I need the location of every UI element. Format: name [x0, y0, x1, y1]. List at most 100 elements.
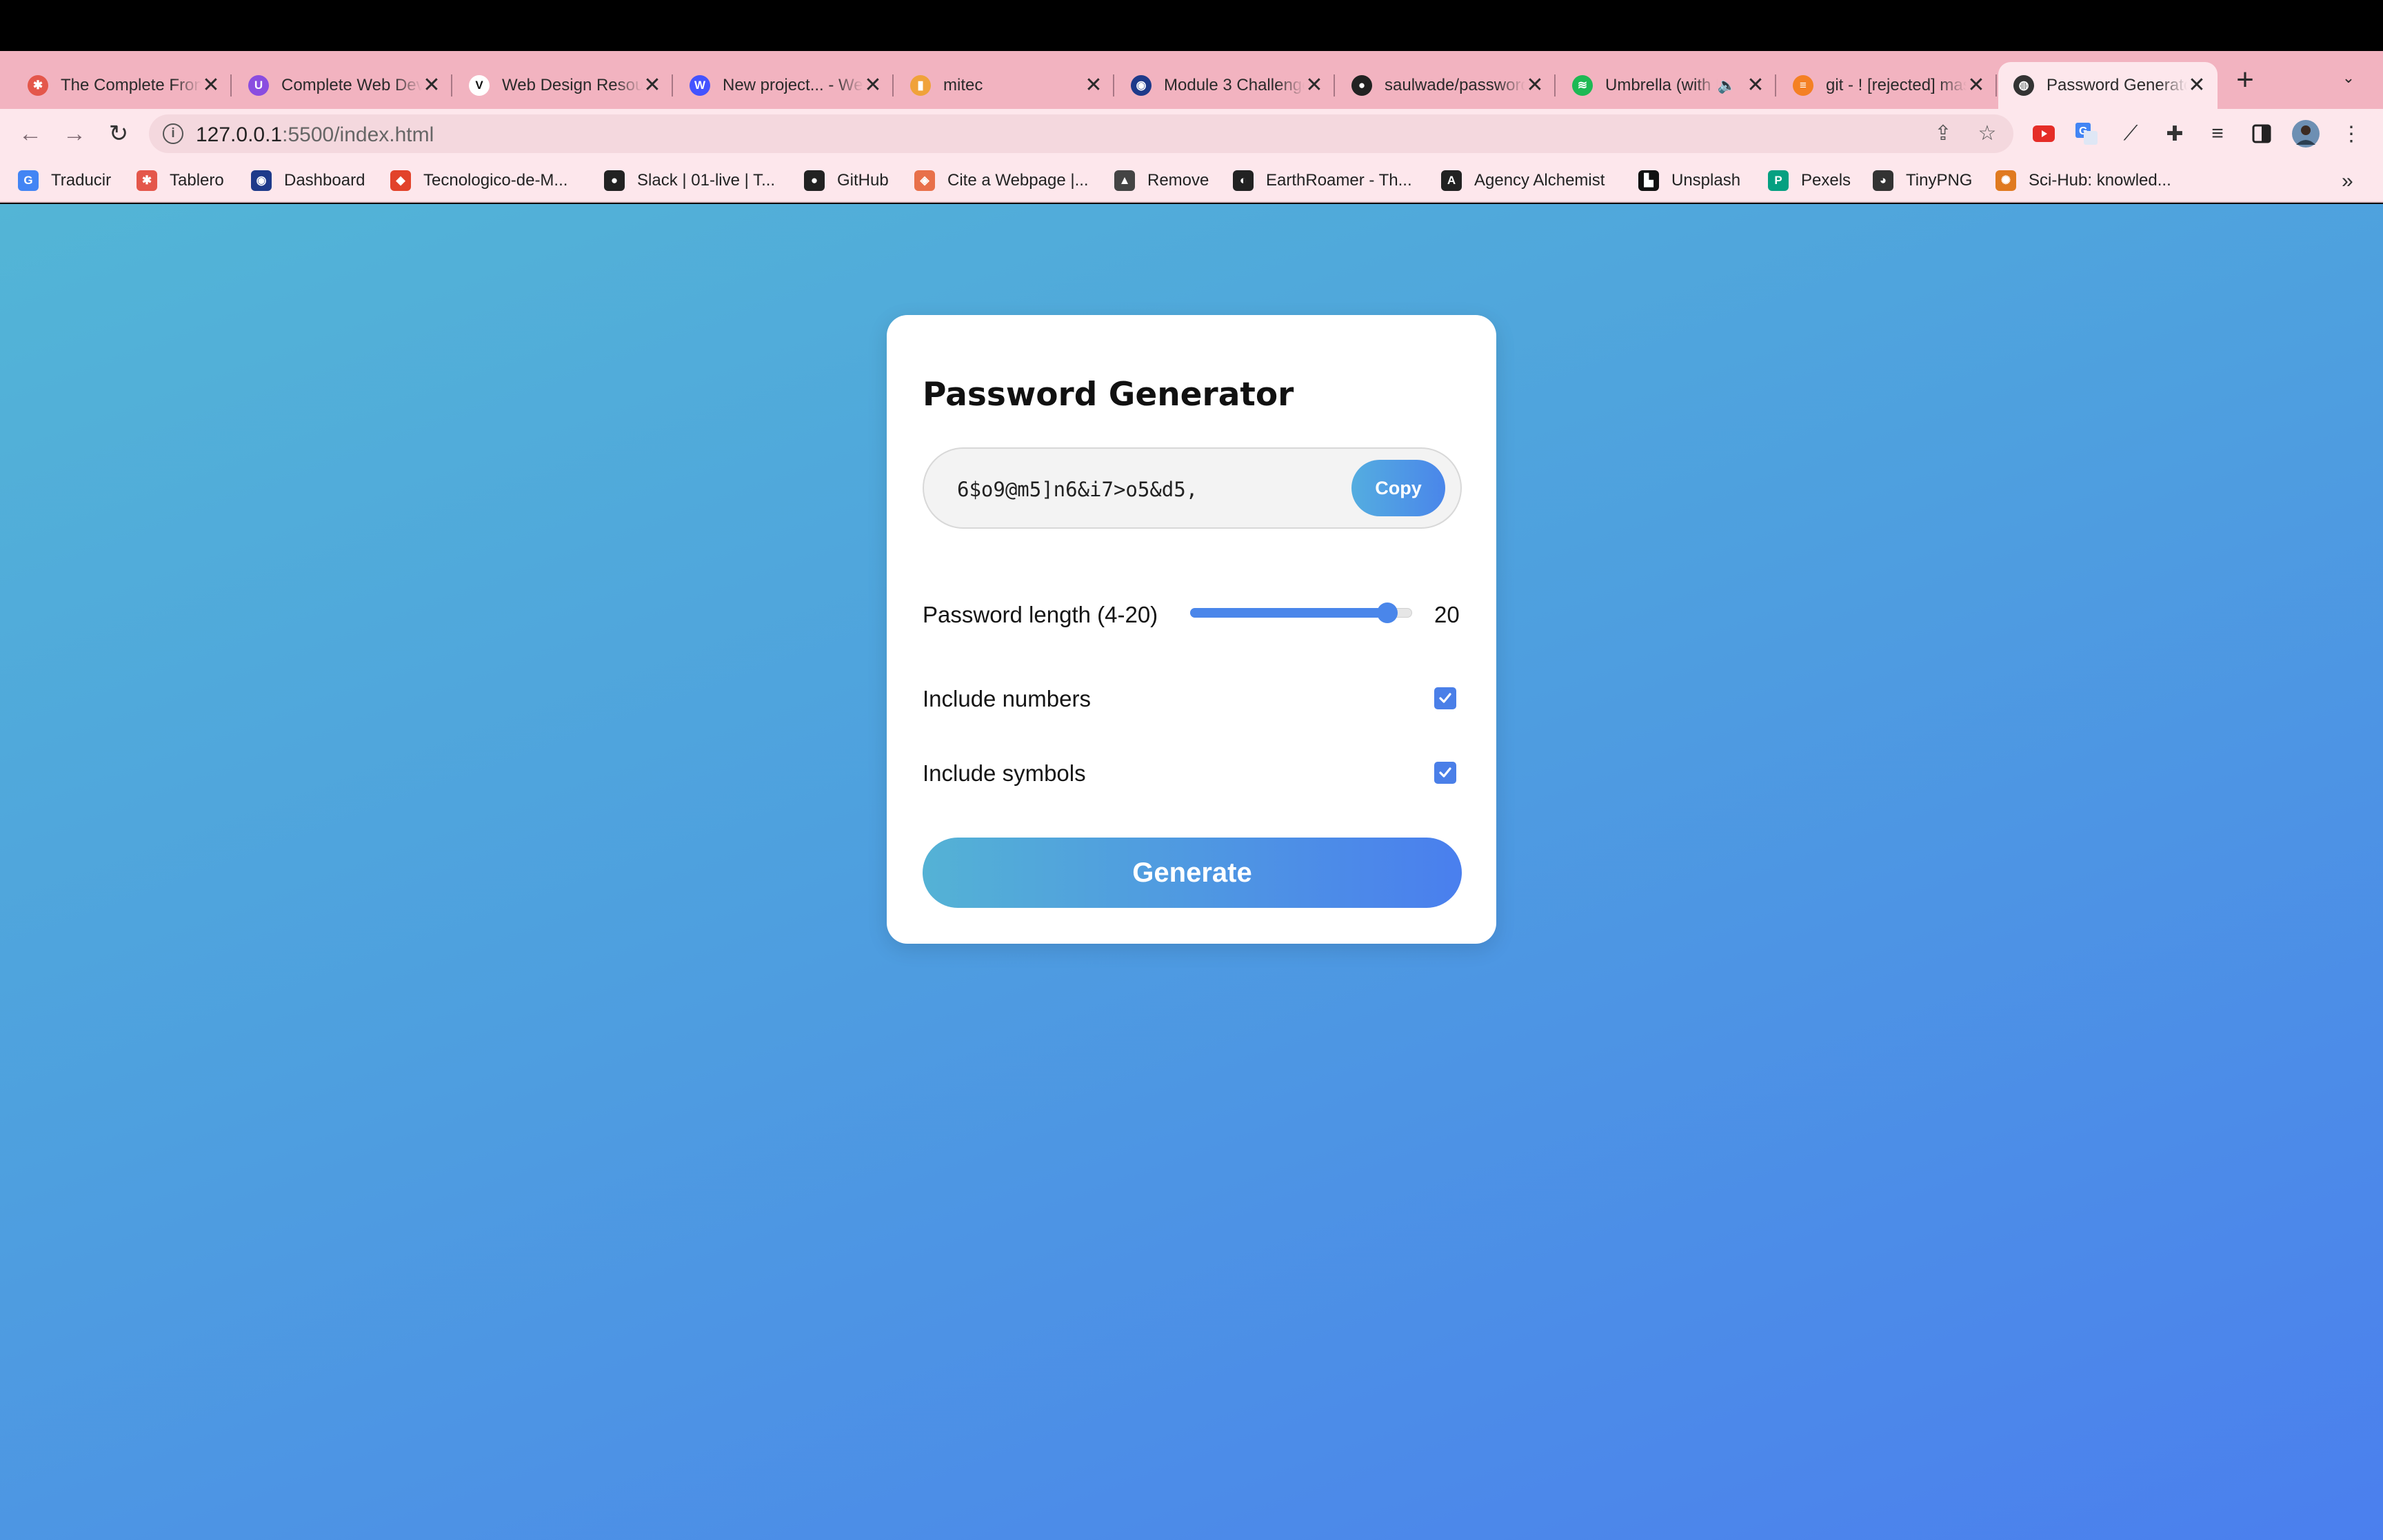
- tab-favicon-icon: U: [248, 75, 269, 96]
- bookmark-favicon-icon: ✱: [137, 170, 157, 191]
- slider-thumb[interactable]: [1377, 602, 1398, 623]
- tab-close-icon[interactable]: ✕: [201, 75, 221, 96]
- translate-extension-icon[interactable]: G: [2073, 120, 2100, 148]
- bookmark-item[interactable]: ◆ Tecnologico-de-M...: [390, 168, 567, 193]
- tab-audio-icon[interactable]: 🔈: [1718, 77, 1736, 94]
- tab-favicon-icon: ●: [1351, 75, 1372, 96]
- tab-title: mitec: [943, 76, 983, 94]
- bookmark-item[interactable]: ◉ Dashboard: [251, 168, 365, 193]
- bookmark-item[interactable]: ● Slack | 01-live | T...: [604, 168, 775, 193]
- tab-title: saulwade/password-generator: [1385, 76, 1525, 94]
- tab-title: Umbrella (with Rihanna): [1605, 76, 1718, 94]
- tab-title: New project... - Webflow: [723, 76, 863, 94]
- bookmark-item[interactable]: ◐ EarthRoamer - Th...: [1233, 168, 1412, 193]
- tab-favicon-icon: ✱: [28, 75, 48, 96]
- share-icon[interactable]: ⇪: [1931, 121, 1955, 146]
- bookmark-item[interactable]: ◈ Cite a Webpage |...: [914, 168, 1089, 193]
- tab-search-icon[interactable]: ⌄: [2339, 69, 2358, 88]
- bookmark-label: Remove: [1147, 171, 1209, 190]
- browser-tab[interactable]: ≡ git - ! [rejected] master✕: [1778, 62, 1997, 109]
- tab-separator: [1113, 74, 1114, 97]
- tab-separator: [672, 74, 673, 97]
- tab-favicon-icon: ≋: [1572, 75, 1593, 96]
- side-panel-icon[interactable]: [2248, 120, 2275, 148]
- browser-tab[interactable]: W New project... - Webflow✕: [674, 62, 894, 109]
- url-path: :5500/index.html: [282, 123, 434, 146]
- tab-separator: [1995, 74, 1997, 97]
- site-info-icon[interactable]: i: [163, 123, 183, 144]
- forward-icon[interactable]: →: [58, 117, 91, 150]
- bookmark-item[interactable]: A Agency Alchemist: [1441, 168, 1605, 193]
- bookmark-favicon-icon: ▙: [1638, 170, 1659, 191]
- password-length-value: 20: [1434, 602, 1460, 627]
- page-title: Password Generator: [923, 376, 1294, 414]
- browser-tab[interactable]: ≋ Umbrella (with Rihanna)🔈 ✕: [1557, 62, 1776, 109]
- bookmark-label: EarthRoamer - Th...: [1266, 171, 1412, 190]
- extensions-puzzle-icon[interactable]: ✚: [2161, 120, 2189, 148]
- bookmark-label: GitHub: [837, 171, 889, 190]
- bookmark-star-icon[interactable]: ☆: [1975, 121, 2000, 146]
- browser-tab[interactable]: V Web Design Resources✕: [454, 62, 673, 109]
- profile-avatar[interactable]: [2292, 120, 2320, 148]
- browser-tab[interactable]: ✱ The Complete Front-End Developer✕: [12, 62, 232, 109]
- browser-tab[interactable]: ◍ Password Generator ✕: [1998, 62, 2218, 109]
- new-tab-button[interactable]: +: [2231, 65, 2259, 95]
- tab-close-icon[interactable]: ✕: [1967, 75, 1986, 96]
- bookmark-favicon-icon: ●: [604, 170, 625, 191]
- include-symbols-checkbox[interactable]: [1434, 762, 1456, 784]
- url-text[interactable]: 127.0.0.1:5500/index.html: [196, 123, 434, 147]
- bookmark-item[interactable]: ◕ TinyPNG: [1873, 168, 1972, 193]
- youtube-extension-icon[interactable]: [2030, 120, 2058, 148]
- password-value[interactable]: 6$o9@m5]n6&i7>o5&d5,: [957, 478, 1198, 501]
- bookmark-item[interactable]: ✱ Tablero: [137, 168, 224, 193]
- browser-menu-icon[interactable]: ⋮: [2337, 120, 2365, 148]
- tab-close-icon[interactable]: ✕: [422, 75, 441, 96]
- browser-tab[interactable]: ▮ mitec ✕: [895, 62, 1114, 109]
- address-bar[interactable]: i 127.0.0.1:5500/index.html ⇪ ☆: [149, 114, 2013, 153]
- password-output-field[interactable]: 6$o9@m5]n6&i7>o5&d5, Copy: [923, 447, 1462, 529]
- tab-title: Module 3 Challenge: [1164, 76, 1305, 94]
- browser-tab[interactable]: ◉ Module 3 Challenge ✕: [1116, 62, 1335, 109]
- bookmark-favicon-icon: ◆: [390, 170, 411, 191]
- bookmark-favicon-icon: ◉: [251, 170, 272, 191]
- checkmark-icon: [1439, 767, 1451, 778]
- bookmark-item[interactable]: ▲ Remove: [1114, 168, 1209, 193]
- bookmark-item[interactable]: G Traducir: [18, 168, 111, 193]
- bookmark-item[interactable]: P Pexels: [1768, 168, 1851, 193]
- eyedropper-extension-icon[interactable]: ⟋: [2117, 120, 2144, 148]
- reload-icon[interactable]: ↻: [102, 117, 135, 150]
- password-length-slider[interactable]: [1190, 598, 1412, 628]
- browser-tab[interactable]: ● saulwade/password-generator✕: [1336, 62, 1556, 109]
- bookmark-label: Cite a Webpage |...: [947, 171, 1089, 190]
- system-top-bar: [0, 0, 2383, 51]
- tab-close-icon[interactable]: ✕: [1746, 75, 1765, 96]
- generate-button[interactable]: Generate: [923, 838, 1462, 908]
- browser-tab[interactable]: U Complete Web Developer✕: [233, 62, 452, 109]
- bookmark-item[interactable]: ▙ Unsplash: [1638, 168, 1740, 193]
- tab-favicon-icon: V: [469, 75, 490, 96]
- bookmark-favicon-icon: ◕: [1873, 170, 1893, 191]
- include-numbers-checkbox[interactable]: [1434, 687, 1456, 709]
- tab-close-icon[interactable]: ✕: [1305, 75, 1324, 96]
- bookmark-favicon-icon: ◈: [914, 170, 935, 191]
- media-control-icon[interactable]: ≡: [2204, 120, 2231, 148]
- copy-button[interactable]: Copy: [1351, 460, 1445, 516]
- tab-title: Password Generator: [2047, 76, 2187, 94]
- tab-close-icon[interactable]: ✕: [863, 75, 883, 96]
- tab-close-icon[interactable]: ✕: [1525, 75, 1545, 96]
- bookmark-label: Pexels: [1801, 171, 1851, 190]
- tab-close-icon[interactable]: ✕: [1084, 75, 1103, 96]
- bookmark-label: Tablero: [170, 171, 224, 190]
- bookmark-label: Traducir: [51, 171, 112, 190]
- tab-close-icon[interactable]: ✕: [2187, 75, 2206, 96]
- bookmark-label: Tecnologico-de-M...: [423, 171, 568, 190]
- back-icon[interactable]: ←: [14, 117, 47, 150]
- bookmark-item[interactable]: ● GitHub: [804, 168, 889, 193]
- bookmarks-overflow-icon[interactable]: »: [2342, 170, 2353, 193]
- tab-separator: [1554, 74, 1556, 97]
- tab-favicon-icon: ≡: [1793, 75, 1813, 96]
- tab-close-icon[interactable]: ✕: [643, 75, 662, 96]
- bookmark-favicon-icon: ●: [804, 170, 825, 191]
- bookmark-item[interactable]: ✺ Sci-Hub: knowled...: [1995, 168, 2171, 193]
- tab-title: The Complete Front-End Developer: [61, 76, 201, 94]
